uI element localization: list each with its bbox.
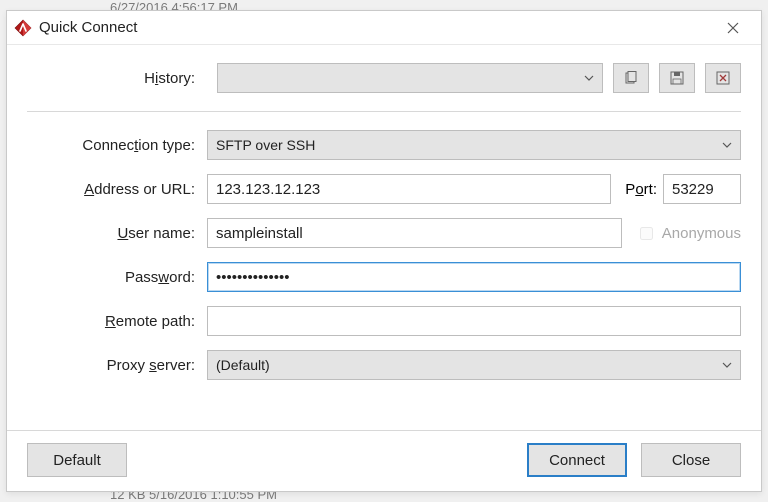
proxy-row: Proxy server: (Default) xyxy=(27,350,741,380)
address-label: Address or URL: xyxy=(27,181,207,198)
chevron-down-icon xyxy=(722,362,732,368)
connection-type-value: SFTP over SSH xyxy=(216,137,315,153)
password-row: Password: xyxy=(27,262,741,292)
address-input[interactable] xyxy=(207,174,611,204)
dialog-content: History: xyxy=(7,45,761,430)
history-row: History: xyxy=(27,63,741,112)
history-combo[interactable] xyxy=(217,63,603,93)
history-delete-button[interactable] xyxy=(705,63,741,93)
remote-path-input[interactable] xyxy=(207,306,741,336)
password-input[interactable] xyxy=(207,262,741,292)
history-save-button[interactable] xyxy=(659,63,695,93)
history-label: History: xyxy=(27,70,207,87)
history-copy-button[interactable] xyxy=(613,63,649,93)
connection-type-combo[interactable]: SFTP over SSH xyxy=(207,130,741,160)
copy-icon xyxy=(624,71,638,85)
anonymous-checkbox xyxy=(640,227,653,240)
window-title: Quick Connect xyxy=(39,19,713,36)
anonymous-checkbox-group: Anonymous xyxy=(636,224,741,243)
remote-path-row: Remote path: xyxy=(27,306,741,336)
quick-connect-dialog: Quick Connect History: xyxy=(6,10,762,492)
app-icon xyxy=(13,18,33,38)
anonymous-label: Anonymous xyxy=(662,225,741,242)
dialog-footer: Default Connect Close xyxy=(7,430,761,491)
proxy-combo[interactable]: (Default) xyxy=(207,350,741,380)
username-input[interactable] xyxy=(207,218,622,248)
password-label: Password: xyxy=(27,269,207,286)
port-input[interactable] xyxy=(663,174,741,204)
close-button[interactable]: Close xyxy=(641,443,741,477)
port-label: Port: xyxy=(611,181,663,198)
connect-button[interactable]: Connect xyxy=(527,443,627,477)
save-icon xyxy=(670,71,684,85)
proxy-value: (Default) xyxy=(216,357,270,373)
connection-type-label: Connection type: xyxy=(27,137,207,154)
connection-type-row: Connection type: SFTP over SSH xyxy=(27,130,741,160)
titlebar: Quick Connect xyxy=(7,11,761,45)
default-button[interactable]: Default xyxy=(27,443,127,477)
proxy-label: Proxy server: xyxy=(27,357,207,374)
username-label: User name: xyxy=(27,225,207,242)
chevron-down-icon xyxy=(722,142,732,148)
address-row: Address or URL: Port: xyxy=(27,174,741,204)
chevron-down-icon xyxy=(584,75,594,81)
username-row: User name: Anonymous xyxy=(27,218,741,248)
close-window-button[interactable] xyxy=(713,14,753,42)
remote-path-label: Remote path: xyxy=(27,313,207,330)
delete-icon xyxy=(716,71,730,85)
close-icon xyxy=(727,22,739,34)
